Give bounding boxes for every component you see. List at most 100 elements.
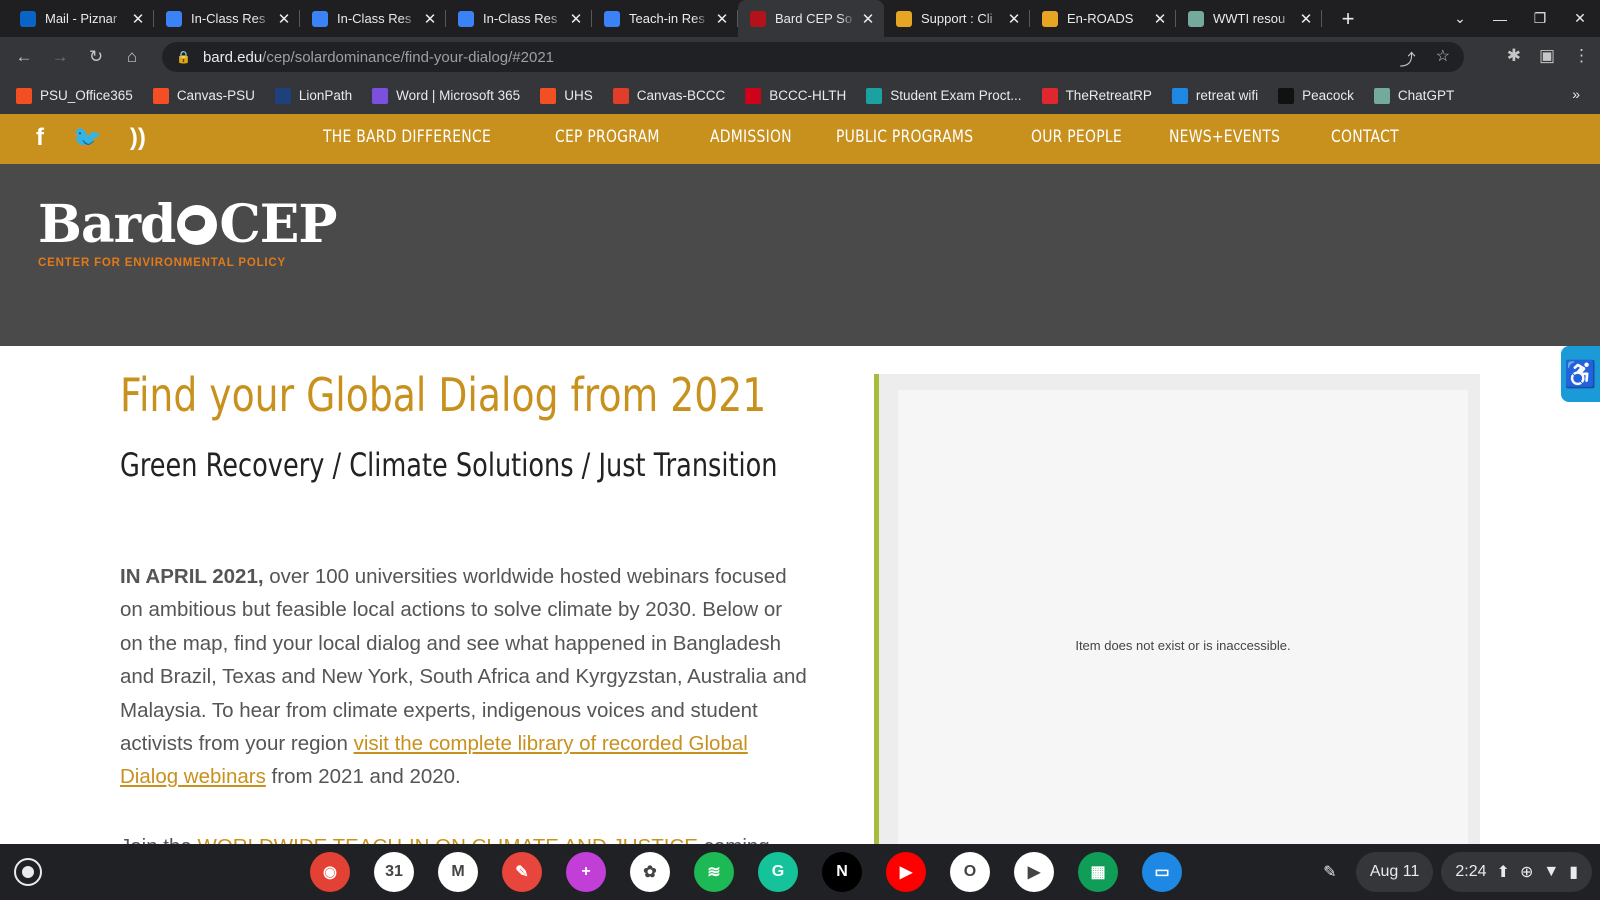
- browser-tab[interactable]: Bard CEP So ✕: [738, 0, 884, 37]
- proctor-icon: [866, 87, 883, 104]
- nav-item[interactable]: CEP PROGRAM: [555, 127, 660, 147]
- menu-kebab-icon[interactable]: ⋮: [1573, 46, 1590, 66]
- close-window-icon[interactable]: ✕: [1560, 10, 1600, 27]
- loading-icon: [1042, 10, 1058, 27]
- calendar-icon[interactable]: 31: [374, 852, 414, 892]
- office-icon[interactable]: O: [950, 852, 990, 892]
- nav-item[interactable]: NEWS+EVENTS: [1169, 127, 1280, 147]
- forward-icon[interactable]: →: [42, 47, 78, 67]
- bookmark-item[interactable]: TheRetreatRP: [1041, 87, 1152, 104]
- canvas-app-icon[interactable]: +: [566, 852, 606, 892]
- gmail-icon[interactable]: M: [438, 852, 478, 892]
- site-header: Bard CEP CENTER FOR ENVIRONMENTAL POLICY: [0, 164, 1600, 346]
- bookmark-item[interactable]: Peacock: [1278, 87, 1354, 104]
- tab-title: Bard CEP So: [775, 11, 853, 26]
- nav-item[interactable]: PUBLIC PROGRAMS: [836, 127, 973, 147]
- bookmark-item[interactable]: Canvas-BCCC: [612, 87, 725, 104]
- rss-icon[interactable]: )): [130, 124, 146, 153]
- photos-icon[interactable]: ✿: [630, 852, 670, 892]
- main-menu: THE BARD DIFFERENCE CEP PROGRAM ADMISSION P…: [323, 127, 1414, 147]
- sheets-icon[interactable]: ▦: [1078, 852, 1118, 892]
- files-icon[interactable]: ▭: [1142, 852, 1182, 892]
- chatgpt-icon: [1373, 87, 1390, 104]
- bookmark-label: Student Exam Proct...: [890, 88, 1022, 103]
- teach-in-link[interactable]: WORLDWIDE TEACH-IN ON CLIMATE AND JUSTIC…: [198, 835, 698, 844]
- chrome-icon[interactable]: ◉: [310, 852, 350, 892]
- bookmark-item[interactable]: retreat wifi: [1171, 87, 1258, 104]
- facebook-icon[interactable]: f: [36, 124, 44, 153]
- url-host: bard.edu: [202, 48, 263, 66]
- bookmark-item[interactable]: Student Exam Proct...: [866, 87, 1022, 104]
- browser-tab[interactable]: In-Class Res ✕: [154, 0, 300, 37]
- logo-cep: CEP: [219, 194, 337, 255]
- paint-icon[interactable]: ✎: [502, 852, 542, 892]
- tab-title: In-Class Res: [483, 11, 558, 26]
- play-store-icon[interactable]: ▶: [1014, 852, 1054, 892]
- bookmark-item[interactable]: LionPath: [274, 87, 353, 104]
- netflix-icon[interactable]: N: [822, 852, 862, 892]
- map-embed[interactable]: Item does not exist or is inaccessible.: [874, 374, 1480, 844]
- date-text: Aug 11: [1369, 863, 1420, 880]
- grammarly-icon[interactable]: G: [758, 852, 798, 892]
- tab-search-icon[interactable]: ⌄: [1440, 10, 1480, 27]
- window-controls: ⌄ — ❐ ✕: [1440, 0, 1600, 37]
- bookmark-star-icon[interactable]: ☆: [1436, 46, 1450, 70]
- home-icon[interactable]: ⌂: [114, 47, 150, 67]
- youtube-icon[interactable]: ▶: [886, 852, 926, 892]
- docs-icon: [604, 10, 620, 27]
- system-tray[interactable]: 2:24 ⬆ ⊕ ▼ ▮: [1441, 852, 1592, 892]
- close-tab-icon[interactable]: ✕: [860, 10, 876, 28]
- bookmark-label: UHS: [564, 88, 593, 103]
- accessibility-icon[interactable]: ♿: [1561, 346, 1600, 402]
- docs-icon: [458, 10, 474, 27]
- bard-cep-logo[interactable]: Bard CEP CENTER FOR ENVIRONMENTAL POLICY: [38, 194, 338, 270]
- bookmarks-overflow-icon[interactable]: »: [1572, 86, 1580, 102]
- browser-tab[interactable]: WWTI resou ✕: [1176, 0, 1322, 37]
- tab-title: Teach-in Res: [629, 11, 705, 26]
- bookmark-item[interactable]: Canvas-PSU: [152, 87, 255, 104]
- restore-icon[interactable]: ❐: [1520, 10, 1560, 27]
- nav-item[interactable]: ADMISSION: [710, 127, 792, 147]
- bookmark-item[interactable]: PSU_Office365: [16, 87, 133, 104]
- address-bar[interactable]: 🔒 bard.edu /cep/solardominance/find-your…: [162, 42, 1464, 72]
- spotify-icon[interactable]: ≋: [694, 852, 734, 892]
- browser-tab[interactable]: In-Class Res ✕: [446, 0, 592, 37]
- lionpath-icon: [274, 87, 291, 104]
- browser-tab[interactable]: Teach-in Res ✕: [592, 0, 738, 37]
- close-tab-icon[interactable]: ✕: [1298, 10, 1314, 28]
- launcher-icon[interactable]: [14, 858, 42, 886]
- bookmark-item[interactable]: ChatGPT: [1373, 87, 1454, 104]
- lock-icon[interactable]: 🔒: [176, 50, 191, 64]
- nav-item[interactable]: CONTACT: [1331, 127, 1399, 147]
- share-icon[interactable]: ⤴: [1400, 46, 1416, 70]
- bookmark-label: LionPath: [298, 88, 353, 103]
- twitter-icon[interactable]: 🐦: [72, 124, 102, 153]
- browser-tab[interactable]: In-Class Res ✕: [300, 0, 446, 37]
- browser-tab[interactable]: En-ROADS ✕: [1030, 0, 1176, 37]
- side-panel-icon[interactable]: ▣: [1539, 46, 1555, 66]
- nav-item[interactable]: THE BARD DIFFERENCE: [323, 127, 491, 147]
- new-tab-icon[interactable]: +: [1334, 6, 1362, 32]
- browser-tab[interactable]: Mail - Piznar ✕: [8, 0, 154, 37]
- date-pill[interactable]: Aug 11: [1355, 852, 1434, 892]
- close-tab-icon[interactable]: ✕: [714, 10, 730, 28]
- bookmark-item[interactable]: BCCC-HLTH: [745, 87, 846, 104]
- close-tab-icon[interactable]: ✕: [1006, 10, 1022, 28]
- add-icon: ⊕: [1519, 864, 1534, 881]
- mcgraw-icon: [745, 87, 762, 104]
- stylus-icon[interactable]: ✎: [1312, 862, 1348, 882]
- close-tab-icon[interactable]: ✕: [568, 10, 584, 28]
- extensions-icon[interactable]: ✱: [1507, 46, 1521, 66]
- nav-item[interactable]: OUR PEOPLE: [1031, 127, 1122, 147]
- microsoft-icon: [540, 87, 557, 104]
- back-icon[interactable]: ←: [6, 47, 42, 67]
- bookmark-item[interactable]: UHS: [540, 87, 593, 104]
- minimize-icon[interactable]: —: [1480, 11, 1520, 27]
- close-tab-icon[interactable]: ✕: [422, 10, 438, 28]
- reload-icon[interactable]: ↻: [78, 47, 114, 67]
- close-tab-icon[interactable]: ✕: [276, 10, 292, 28]
- bookmark-item[interactable]: Word | Microsoft 365: [372, 87, 520, 104]
- browser-tab[interactable]: Support : Cli ✕: [884, 0, 1030, 37]
- close-tab-icon[interactable]: ✕: [1152, 10, 1168, 28]
- close-tab-icon[interactable]: ✕: [130, 10, 146, 28]
